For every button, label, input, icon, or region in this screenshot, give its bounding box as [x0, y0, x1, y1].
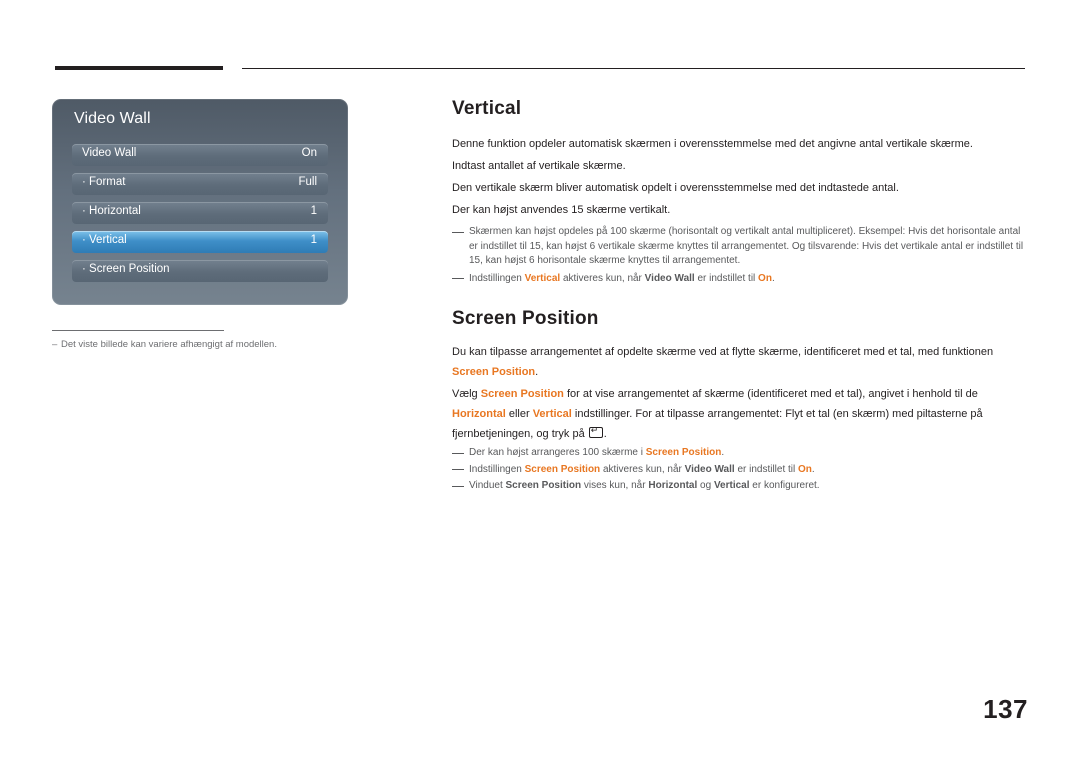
note-term-screen-position: Screen Position	[524, 463, 601, 475]
header-rule-thin	[242, 68, 1025, 69]
para-text-part: Du kan tilpasse arrangementet af opdelte…	[452, 346, 994, 358]
screen-position-paragraph-1: Du kan tilpasse arrangementet af opdelte…	[452, 342, 1027, 382]
note-text-part: .	[811, 463, 815, 475]
note-dash-icon	[452, 452, 464, 454]
note-text-part: Indstillingen	[469, 272, 525, 284]
note-term-vertical: Vertical	[524, 272, 561, 284]
note-term-video-wall: Video Wall	[684, 463, 735, 475]
note-text-part: og	[697, 480, 714, 491]
osd-row-label: · Screen Position	[82, 263, 170, 275]
note-term-horizontal: Horizontal	[648, 480, 698, 491]
vertical-paragraph-2: Indtast antallet af vertikale skærme.	[452, 160, 626, 172]
note-term-video-wall: Video Wall	[644, 272, 695, 284]
vertical-paragraph-1: Denne funktion opdeler automatisk skærme…	[452, 138, 973, 150]
vertical-note-2: Indstillingen Vertical aktiveres kun, nå…	[452, 272, 1027, 287]
note-text-part: er konfigureret.	[749, 480, 820, 491]
vertical-note-1: Skærmen kan højst opdeles på 100 skærme …	[452, 225, 1027, 269]
osd-row-video-wall[interactable]: Video Wall On	[72, 144, 328, 166]
vertical-paragraph-4: Der kan højst anvendes 15 skærme vertika…	[452, 204, 671, 216]
osd-row-screen-position[interactable]: · Screen Position	[72, 260, 328, 282]
osd-row-horizontal[interactable]: · Horizontal 1	[72, 202, 328, 224]
osd-panel: Video Wall Video Wall On · Format Full ·…	[52, 99, 348, 305]
note-text-part: Der kan højst arrangeres 100 skærme i	[469, 447, 646, 458]
osd-row-value: 1	[310, 234, 317, 246]
osd-title: Video Wall	[74, 110, 151, 127]
para-term-vertical: Vertical	[532, 408, 572, 420]
osd-footnote: – Det viste billede kan variere afhængigt…	[52, 338, 352, 351]
note-term-on: On	[798, 463, 812, 475]
header-rule-thick	[55, 66, 223, 70]
page-number: 137	[983, 694, 1028, 724]
osd-row-vertical[interactable]: · Vertical 1	[72, 231, 328, 253]
para-term-horizontal: Horizontal	[452, 408, 506, 420]
note-text-part: aktiveres kun, når	[560, 272, 645, 284]
note-term-on: On	[758, 272, 772, 284]
main-content: Vertical Denne funktion opdeler automati…	[452, 98, 1027, 496]
note-text-part: Indstillingen	[469, 463, 525, 475]
osd-row-label: Video Wall	[82, 147, 137, 159]
osd-row-format[interactable]: · Format Full	[72, 173, 328, 195]
osd-row-value: Full	[298, 176, 317, 188]
footnote-dash: –	[52, 339, 58, 350]
note-text-part: Vinduet	[469, 480, 506, 491]
para-text-part: Vælg	[452, 388, 481, 400]
screen-position-note-1: Der kan højst arrangeres 100 skærme i Sc…	[452, 446, 1027, 461]
section-heading-vertical: Vertical	[452, 98, 522, 119]
section-heading-screen-position: Screen Position	[452, 308, 599, 329]
note-text-part: .	[721, 447, 725, 458]
note-text-part: .	[771, 272, 775, 284]
note-text-part: er indstillet til	[734, 463, 799, 475]
para-text-part: eller	[505, 408, 533, 420]
note-text-part: aktiveres kun, når	[600, 463, 685, 475]
para-text-part: .	[603, 428, 607, 440]
para-term-screen-position: Screen Position	[452, 366, 536, 378]
para-text-part: for at vise arrangementet af skærme (ide…	[563, 388, 978, 400]
screen-position-note-2: Indstillingen Screen Position aktiveres …	[452, 463, 1027, 478]
para-text-part: .	[535, 366, 539, 378]
osd-menu-list: Video Wall On · Format Full · Horizontal…	[72, 144, 328, 289]
screen-position-note-3: Vinduet Screen Position vises kun, når H…	[452, 479, 1027, 494]
osd-footnote-text: Det viste billede kan variere afhængigt …	[61, 339, 277, 350]
osd-row-label: · Horizontal	[82, 205, 141, 217]
screen-position-paragraph-2: Vælg Screen Position for at vise arrange…	[452, 384, 1027, 444]
note-dash-icon	[452, 485, 464, 487]
para-term-screen-position: Screen Position	[480, 388, 564, 400]
osd-row-value: 1	[310, 205, 317, 217]
note-term-screen-position: Screen Position	[645, 447, 722, 458]
note-dash-icon	[452, 469, 464, 470]
enter-key-icon	[588, 424, 603, 438]
note-text-part: er indstillet til	[694, 272, 759, 284]
note-dash-icon	[452, 231, 464, 233]
vertical-paragraph-3: Den vertikale skærm bliver automatisk op…	[452, 182, 899, 194]
note-term-screen-position: Screen Position	[505, 480, 582, 491]
osd-footnote-rule	[52, 330, 224, 331]
osd-row-label: · Vertical	[82, 234, 127, 246]
note-term-vertical: Vertical	[713, 480, 750, 491]
osd-row-label: · Format	[82, 176, 126, 188]
osd-row-value: On	[301, 147, 317, 159]
note-text-part: vises kun, når	[581, 480, 649, 491]
note-dash-icon	[452, 278, 464, 279]
vertical-note-1-text: Skærmen kan højst opdeles på 100 skærme …	[469, 226, 1024, 266]
